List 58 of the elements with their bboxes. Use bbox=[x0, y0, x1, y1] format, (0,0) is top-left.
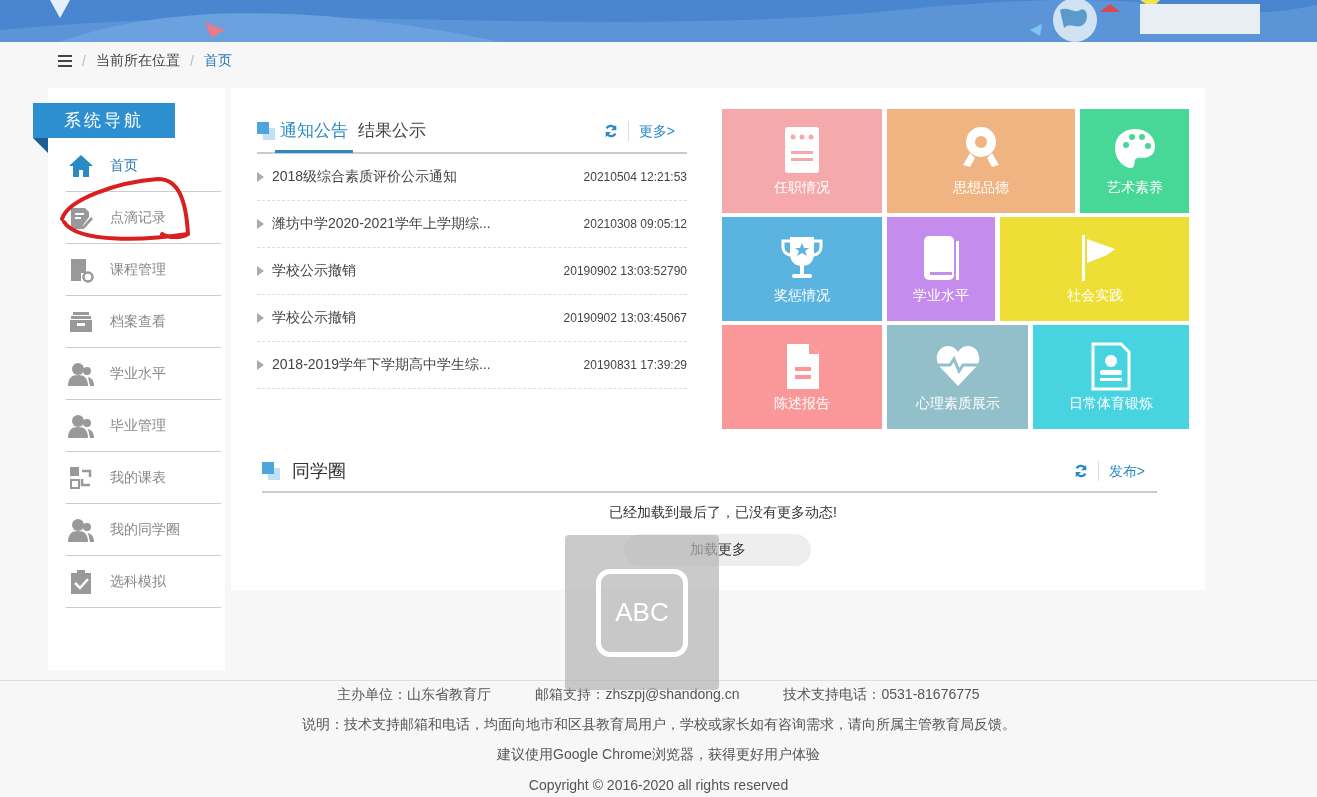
sidebar-item[interactable]: 课程管理 bbox=[66, 244, 221, 296]
separator: / bbox=[82, 53, 86, 69]
menu-icon[interactable] bbox=[58, 55, 72, 67]
sidebar-item[interactable]: 我的同学圈 bbox=[66, 504, 221, 556]
sidebar-title: 系统导航 bbox=[33, 103, 175, 138]
sidebar-item[interactable]: 毕业管理 bbox=[66, 400, 221, 452]
sidebar-item[interactable]: 选科模拟 bbox=[66, 556, 221, 608]
notice-time: 20210308 09:05:12 bbox=[583, 217, 687, 231]
category-tile[interactable]: 学业水平 bbox=[886, 217, 996, 321]
category-tile[interactable]: 陈述报告 bbox=[722, 325, 882, 429]
notice-title[interactable]: 潍坊中学2020-2021学年上学期综... bbox=[272, 215, 584, 233]
tab[interactable]: 结果公示 bbox=[353, 110, 431, 153]
caret-icon bbox=[257, 219, 264, 229]
separator: / bbox=[189, 53, 194, 69]
squares-icon bbox=[262, 462, 280, 480]
refresh-icon[interactable] bbox=[603, 123, 618, 138]
sidebar-item[interactable]: 学业水平 bbox=[66, 348, 221, 400]
sidebar-item[interactable]: 首页 bbox=[66, 140, 221, 192]
refresh-icon[interactable] bbox=[1073, 464, 1088, 478]
footer-text: 说明：技术支持邮箱和电话，均面向地市和区县教育局用户，学校或家长如有咨询需求，请向所属主管教育局反馈。 bbox=[301, 715, 1016, 734]
caret-icon bbox=[257, 172, 264, 182]
clipboard-check-icon bbox=[68, 568, 94, 595]
category-tile[interactable]: 奖惩情况 bbox=[722, 217, 882, 321]
breadcrumb-item[interactable]: 首页 bbox=[203, 52, 232, 70]
caret-icon bbox=[257, 360, 264, 370]
ribbon-fold bbox=[33, 138, 48, 153]
breadcrumb-item[interactable]: 当前所在位置 bbox=[95, 52, 180, 70]
sidebar-item[interactable]: 档案查看 bbox=[66, 296, 221, 348]
notice-title[interactable]: 2018-2019学年下学期高中学生综... bbox=[272, 356, 584, 374]
notice-title[interactable]: 学校公示撤销 bbox=[272, 309, 564, 327]
footer-text: 技术支持电话：0531-81676775 bbox=[783, 685, 980, 704]
status-message: 已经加载到最后了，已没有更多动态! bbox=[608, 504, 838, 522]
book-gear-icon bbox=[68, 256, 94, 283]
tab[interactable]: 通知公告 bbox=[275, 110, 353, 153]
footer-text: 建议使用Google Chrome浏览器，获得更好用户体验 bbox=[497, 745, 820, 764]
notice-time: 20190902 13:03:45067 bbox=[563, 311, 687, 325]
footer-text: Copyright © 2016-2020 all rights reserved bbox=[528, 776, 789, 793]
footer-text: 邮箱支持：zhszpj@shandong.cn bbox=[535, 685, 740, 704]
more-link[interactable]: 更多> bbox=[627, 120, 675, 141]
schedule-swap-icon bbox=[68, 464, 94, 491]
publish-link[interactable]: 发布> bbox=[1097, 461, 1145, 481]
sidebar-item[interactable]: 点滴记录 bbox=[66, 192, 221, 244]
notice-time: 20190831 17:39:29 bbox=[583, 358, 687, 372]
notice-time: 20190902 13:03:52790 bbox=[563, 264, 687, 278]
notice-time: 20210504 12:21:53 bbox=[583, 170, 687, 184]
notice-title[interactable]: 学校公示撤销 bbox=[272, 262, 564, 280]
squares-icon bbox=[257, 121, 275, 140]
category-tile[interactable]: 心理素质展示 bbox=[886, 325, 1029, 429]
footer-text: 主办单位：山东省教育厅 bbox=[337, 685, 492, 704]
sidebar-item[interactable]: 我的课表 bbox=[66, 452, 221, 504]
users-icon bbox=[68, 412, 94, 439]
caret-icon bbox=[257, 313, 264, 323]
home-icon bbox=[68, 152, 94, 179]
users-icon bbox=[68, 360, 94, 387]
section-title: 同学圈 bbox=[292, 460, 346, 483]
notice-title[interactable]: 2018级综合素质评价公示通知 bbox=[272, 168, 584, 186]
users-icon bbox=[68, 516, 94, 543]
caret-icon bbox=[257, 266, 264, 276]
